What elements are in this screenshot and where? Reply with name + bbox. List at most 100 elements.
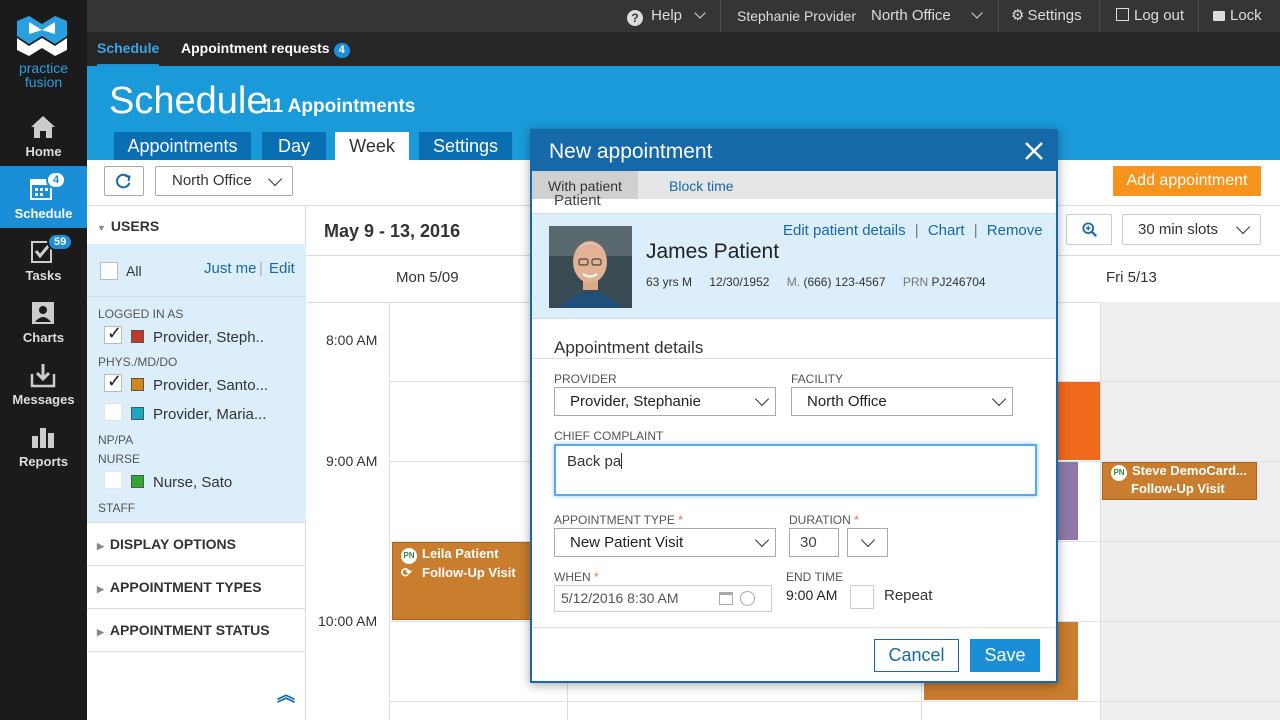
user-checkbox[interactable]: ✓ — [104, 371, 123, 392]
nav-messages-label: Messages — [12, 392, 75, 407]
subnav-appointment-requests[interactable]: Appointment requests 4 — [181, 32, 350, 64]
duration-dropdown[interactable] — [847, 528, 888, 557]
chief-complaint-value: Back pa — [567, 453, 622, 470]
when-label: WHEN * — [554, 570, 599, 584]
messages-icon — [30, 364, 56, 388]
chevron-down-icon — [694, 7, 706, 19]
users-heading[interactable]: ▼ USERS — [97, 218, 159, 234]
zoom-button[interactable] — [1066, 214, 1112, 245]
settings-link[interactable]: ⚙ Settings — [1011, 0, 1082, 32]
nurse-group-label: NURSE — [98, 452, 141, 466]
chief-complaint-input[interactable]: Back pa — [554, 444, 1037, 496]
time-label: 10:00 AM — [318, 613, 378, 629]
day-header-fri: Fri 5/13 — [1106, 269, 1157, 286]
nav-reports-label: Reports — [18, 454, 69, 469]
repeat-checkbox[interactable] — [850, 585, 874, 609]
remove-patient-link[interactable]: Remove — [987, 222, 1043, 239]
facility-value: North Office — [807, 393, 887, 410]
nav-home[interactable]: Home — [0, 104, 87, 166]
refresh-button[interactable] — [104, 166, 144, 196]
add-appointment-button[interactable]: Add appointment — [1113, 166, 1261, 196]
patient-demographics: 63 yrs M 12/30/1952 M. (666) 123-4567 PR… — [646, 275, 986, 289]
patient-name[interactable]: James Patient — [646, 240, 779, 264]
checkmark-icon: ✓ — [107, 323, 123, 343]
tab-day[interactable]: Day — [262, 132, 326, 160]
time-label: 9:00 AM — [326, 453, 378, 469]
chevron-down-icon — [754, 532, 770, 548]
chart-link[interactable]: Chart — [928, 222, 965, 239]
subnav-schedule[interactable]: Schedule — [97, 32, 160, 67]
all-label: All — [126, 263, 142, 279]
nav-tasks[interactable]: 59 Tasks — [0, 228, 87, 290]
date-range: May 9 - 13, 2016 — [324, 221, 461, 241]
cancel-button[interactable]: Cancel — [874, 639, 959, 672]
nav-charts-label: Charts — [22, 330, 65, 345]
practice-fusion-logo-icon — [17, 16, 67, 56]
calendar-event-block[interactable] — [1058, 382, 1100, 460]
provider-select[interactable]: Provider, Stephanie — [554, 387, 776, 416]
office-dropdown[interactable]: North Office — [155, 166, 293, 196]
sidebar: ▼ USERS All Just me | Edit LOGGED IN AS ✓… — [87, 206, 306, 720]
duration-value: 30 — [800, 534, 817, 551]
caret-right-icon: ▶ — [97, 627, 104, 637]
users-heading-label: USERS — [110, 218, 160, 234]
edit-patient-details-link[interactable]: Edit patient details — [783, 222, 906, 239]
display-options-section[interactable]: ▶ DISPLAY OPTIONS — [97, 536, 236, 552]
user-checkbox[interactable] — [104, 471, 122, 489]
calendar-event-block[interactable] — [1058, 462, 1078, 540]
lock-link[interactable]: Lock — [1213, 0, 1262, 32]
logo[interactable]: practice fusion — [0, 0, 87, 100]
help-menu[interactable]: ? Help — [627, 0, 706, 32]
all-checkbox[interactable] — [100, 262, 118, 280]
facility-select[interactable]: North Office — [791, 387, 1013, 416]
user-color-swatch — [131, 407, 144, 420]
appointment-count: 11 Appointments — [263, 96, 416, 117]
patient-phone: (666) 123-4567 — [803, 275, 886, 289]
edit-users-link[interactable]: Edit — [269, 260, 295, 277]
appointment-types-section[interactable]: ▶ APPOINTMENT TYPES — [97, 579, 262, 595]
logout-link[interactable]: Log out — [1116, 0, 1184, 32]
tab-week[interactable]: Week — [335, 132, 409, 160]
brand-name: practice fusion — [18, 60, 69, 90]
appointment-type-select[interactable]: New Patient Visit — [554, 528, 776, 557]
just-me-link[interactable]: Just me — [204, 260, 257, 277]
end-time-value: 9:00 AM — [786, 587, 838, 603]
tab-settings[interactable]: Settings — [419, 132, 512, 160]
nav-messages[interactable]: Messages — [0, 352, 87, 414]
dialog-tabs: With patient Block time — [532, 171, 1056, 199]
link-divider: | — [259, 260, 263, 277]
event-type: Follow-Up Visit — [422, 565, 516, 580]
home-icon — [31, 116, 55, 138]
tab-appointments[interactable]: Appointments — [114, 132, 251, 160]
calendar-picker-icon[interactable] — [719, 592, 733, 605]
dialog-title: New appointment — [549, 140, 713, 163]
collapse-up-icon[interactable]: ︽ — [277, 686, 295, 704]
office-selector[interactable]: North Office — [871, 0, 983, 32]
patient-section-label: Patient — [554, 192, 601, 209]
calendar-event[interactable]: PN Leila Patient ⟳ Follow-Up Visit — [392, 542, 532, 620]
tab-block-time[interactable]: Block time — [653, 171, 750, 199]
repeat-label: Repeat — [884, 587, 933, 604]
nav-charts[interactable]: Charts — [0, 290, 87, 352]
appointment-status-section[interactable]: ▶ APPOINTMENT STATUS — [97, 622, 270, 638]
close-icon[interactable] — [1024, 141, 1044, 161]
user-name: Nurse, Sato — [153, 474, 233, 491]
nav-reports[interactable]: Reports — [0, 414, 87, 476]
slot-size-dropdown[interactable]: 30 min slots — [1122, 214, 1261, 245]
left-nav: practice fusion Home 4 Schedule 59 Tasks … — [0, 0, 87, 720]
nav-schedule[interactable]: 4 Schedule — [0, 166, 87, 228]
patient-actions: Edit patient details | Chart | Remove — [783, 222, 1043, 239]
provider-label: PROVIDER — [554, 372, 617, 386]
user-checkbox[interactable] — [104, 403, 122, 421]
settings-label: Settings — [1027, 7, 1082, 24]
duration-input[interactable]: 30 — [789, 528, 839, 557]
logged-in-as-label: LOGGED IN AS — [98, 307, 184, 321]
clock-icon[interactable] — [740, 591, 755, 606]
calendar-event[interactable]: PN Steve DemoCard... Follow-Up Visit — [1102, 462, 1257, 500]
lock-label: Lock — [1230, 7, 1262, 24]
when-input[interactable]: 5/12/2016 8:30 AM — [554, 585, 772, 612]
caret-right-icon: ▶ — [97, 584, 104, 594]
save-button[interactable]: Save — [970, 639, 1040, 672]
user-checkbox[interactable]: ✓ — [104, 323, 123, 344]
checkmark-icon: ✓ — [107, 371, 123, 391]
